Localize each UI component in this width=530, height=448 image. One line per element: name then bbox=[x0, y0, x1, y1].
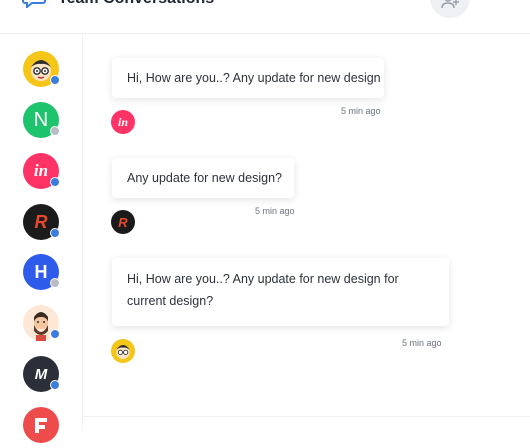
status-dot-online bbox=[50, 75, 60, 85]
status-dot-online bbox=[50, 329, 60, 339]
message-time: 5 min ago bbox=[402, 338, 442, 348]
header: Team Conversations bbox=[0, 0, 530, 34]
invision-avatar-icon[interactable]: in bbox=[111, 110, 135, 134]
message-text: Hi, How are you..? Any update for new de… bbox=[127, 71, 381, 85]
add-user-button[interactable] bbox=[430, 0, 470, 18]
status-dot-offline bbox=[50, 126, 60, 136]
message-text: Hi, How are you..? Any update for new de… bbox=[127, 272, 399, 308]
red-logo-icon bbox=[35, 418, 47, 433]
status-dot-online bbox=[50, 380, 60, 390]
contact-avatar-n[interactable]: N bbox=[23, 102, 60, 138]
contact-avatar-invision[interactable]: in bbox=[23, 153, 60, 189]
cartoon-avatar-icon[interactable] bbox=[111, 339, 135, 363]
add-user-icon bbox=[441, 0, 459, 9]
r-logo-avatar-icon[interactable]: R bbox=[111, 210, 135, 234]
status-dot-offline bbox=[50, 278, 60, 288]
status-dot-online bbox=[50, 177, 60, 187]
status-dot-online bbox=[50, 228, 60, 238]
contact-avatar-h[interactable]: H bbox=[23, 254, 60, 290]
contact-avatar-r[interactable]: R bbox=[23, 204, 60, 240]
contact-avatar-cartoon[interactable] bbox=[23, 51, 60, 87]
message-bubble: Hi, How are you..? Any update for new de… bbox=[112, 258, 449, 326]
message-text: Any update for new design? bbox=[127, 171, 282, 185]
message-time: 5 min ago bbox=[255, 206, 295, 216]
contact-avatar-bearded[interactable] bbox=[23, 305, 60, 341]
contact-avatar-m[interactable]: M bbox=[23, 356, 60, 392]
divider bbox=[82, 416, 530, 417]
message-bubble: Hi, How are you..? Any update for new de… bbox=[112, 58, 384, 98]
chat-bubble-icon bbox=[22, 0, 46, 8]
page-title: Team Conversations bbox=[58, 0, 214, 8]
message-bubble: Any update for new design? bbox=[112, 158, 294, 198]
contacts-sidebar: N in R H M bbox=[0, 34, 83, 443]
message-time: 5 min ago bbox=[341, 106, 381, 116]
contact-avatar-red[interactable] bbox=[23, 407, 59, 443]
